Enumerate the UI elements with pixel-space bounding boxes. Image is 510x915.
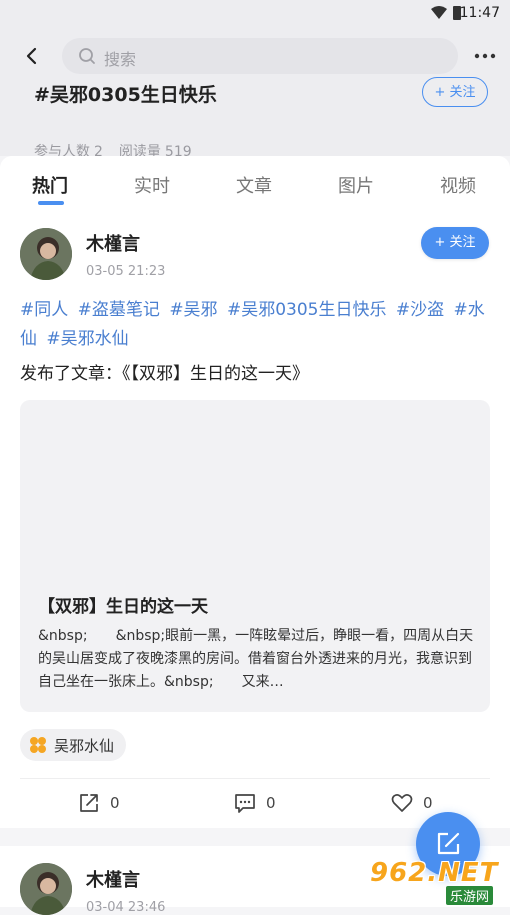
tag-link[interactable]: #吴邪 [169, 300, 217, 320]
tab-hot[interactable]: 热门 [32, 172, 68, 198]
topic-title: #吴邪0305生日快乐 [34, 84, 217, 106]
edit-icon [437, 832, 460, 855]
share-count: 0 [110, 794, 120, 812]
topic-follow-button[interactable]: + 关注 [422, 77, 488, 107]
wifi-icon [431, 6, 447, 19]
tab-indicator [38, 201, 64, 205]
post-time: 03-04 23:46 [86, 900, 166, 915]
post-card: 木槿言 03-05 21:23 + 关注 #同人 #盗墓笔记 #吴邪 #吴邪03… [0, 210, 510, 828]
tab-videos[interactable]: 视频 [440, 172, 476, 198]
post-text: 发布了文章：《【双邪】生日的这一天》 [20, 364, 309, 384]
post-time: 03-05 21:23 [86, 264, 166, 279]
comment-icon [235, 794, 255, 813]
search-icon [79, 48, 95, 64]
article-preview[interactable]: 【双邪】生日的这一天 &nbsp; &nbsp;眼前一黑，一阵眩晕过后，睁眼一看… [20, 400, 490, 712]
article-excerpt: &nbsp; &nbsp;眼前一黑，一阵眩晕过后，睁眼一看，四周从白天的吴山居变… [38, 628, 474, 690]
heart-icon [391, 794, 413, 812]
clover-icon [30, 737, 46, 753]
more-icon[interactable] [474, 46, 496, 66]
follow-button[interactable]: + 关注 [421, 227, 489, 259]
tag-link[interactable]: #吴邪0305生日快乐 [227, 300, 387, 320]
like-button[interactable]: 0 [391, 792, 433, 814]
like-count: 0 [423, 794, 433, 812]
tab-bar: 热门 实时 文章 图片 视频 [0, 156, 510, 210]
share-button[interactable]: 0 [78, 792, 120, 814]
avatar[interactable] [20, 228, 72, 280]
search-input[interactable]: 搜索 [62, 38, 458, 74]
circle-label: 吴邪水仙 [54, 736, 115, 755]
site-watermark: 962.NET 乐游网 [366, 856, 506, 905]
comment-button[interactable]: 0 [234, 792, 276, 814]
post-tags: #同人 #盗墓笔记 #吴邪 #吴邪0305生日快乐 #沙盗 #水仙 #吴邪水仙 [20, 296, 494, 354]
tag-link[interactable]: #同人 [20, 300, 68, 320]
tab-images[interactable]: 图片 [338, 172, 374, 198]
watermark-subtext: 乐游网 [446, 886, 494, 905]
back-icon[interactable] [20, 44, 44, 68]
comment-count: 0 [266, 794, 276, 812]
topic-header: 搜索 #吴邪0305生日快乐 + 关注 参与人数 2 阅读量 519 [0, 28, 510, 160]
tab-realtime[interactable]: 实时 [134, 172, 170, 198]
author-name[interactable]: 木槿言 [86, 230, 140, 256]
avatar[interactable] [20, 863, 72, 915]
divider [20, 778, 490, 779]
article-title: 【双邪】生日的这一天 [38, 597, 208, 617]
watermark-logo: 962.NET [370, 858, 499, 888]
tab-articles[interactable]: 文章 [236, 172, 272, 198]
tag-link[interactable]: #沙盗 [396, 300, 444, 320]
tag-link[interactable]: #吴邪水仙 [46, 329, 128, 349]
status-bar: 11:47 [0, 0, 510, 28]
search-placeholder: 搜索 [104, 50, 137, 69]
author-name[interactable]: 木槿言 [86, 866, 140, 892]
status-time: 11:47 [459, 5, 500, 21]
circle-chip[interactable]: 吴邪水仙 [20, 729, 127, 761]
share-icon [80, 794, 98, 812]
tag-link[interactable]: #盗墓笔记 [78, 300, 160, 320]
